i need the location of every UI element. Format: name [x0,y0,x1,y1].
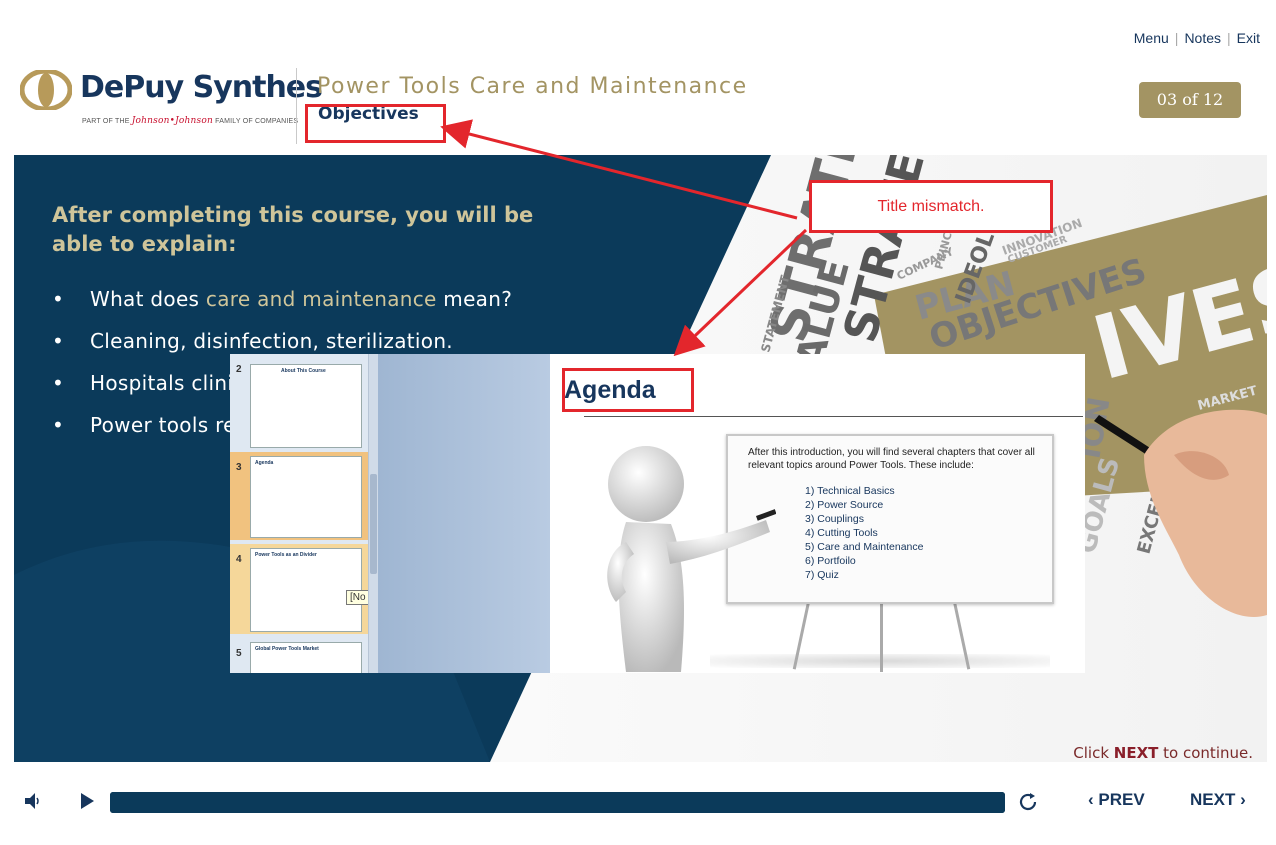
list-item: 6) Portfoilo [805,555,856,567]
slide-thumbnail: Global Power Tools Market [250,642,362,673]
depuy-synthes-logo: DePuy Synthes PART OF THE Johnson•Johnso… [20,68,323,130]
menu-link[interactable]: Menu [1134,30,1169,46]
header-divider [296,68,297,144]
play-icon[interactable] [78,792,96,810]
annotation-box-agenda [562,368,694,412]
brand-name: DePuy Synthes [80,70,323,105]
list-item: 4) Cutting Tools [805,527,878,539]
volume-icon[interactable] [24,792,44,810]
notes-link[interactable]: Notes [1184,30,1221,46]
list-item: 2) Power Source [805,499,884,511]
agenda-divider [584,416,1083,417]
thumbnail-row[interactable]: 4 Power Tools as an Divider [230,544,368,634]
thumbnail-row[interactable]: 2 About This Course [230,354,368,450]
logo-mark-icon [20,70,72,110]
list-item: 3) Couplings [805,513,864,525]
slide-thumbnail-pane: 2 About This Course 3 Agenda 4 Power Too… [230,354,394,673]
player-controls: ‹ PREV NEXT › [0,780,1276,824]
progress-fill [110,792,1005,813]
next-button[interactable]: NEXT › [1190,790,1246,810]
annotation-label: Title mismatch. [809,180,1053,233]
slide-thumbnail: Agenda [250,456,362,538]
list-item: 1) Technical Basics [805,485,895,497]
slide-counter-badge: 03 of 12 [1139,82,1241,118]
brand-tagline: PART OF THE Johnson•Johnson FAMILY OF CO… [82,116,299,126]
objectives-heading: After completing this course, you will b… [52,203,534,256]
presenter-figure-image [607,446,776,672]
progress-bar[interactable] [110,792,1005,813]
slide-thumbnail: About This Course [250,364,362,448]
list-item: What does care and maintenance mean? [52,283,612,325]
chevron-right-icon: › [1235,790,1246,809]
thumbnail-row[interactable]: 5 Global Power Tools Market [230,638,368,673]
top-links: Menu | Notes | Exit [1133,30,1260,46]
thumbnail-row-selected[interactable]: 3 Agenda [230,452,368,540]
course-title: Power Tools Care and Maintenance [317,74,748,99]
click-next-instruction: Click NEXT to continue. [1073,744,1253,762]
agenda-list: 1) Technical Basics 2) Power Source 3) C… [805,484,924,582]
prev-button[interactable]: ‹ PREV [1088,790,1145,810]
list-item: 7) Quiz [805,569,839,581]
chevron-left-icon: ‹ [1088,790,1099,809]
list-item: 5) Care and Maintenance [805,541,924,553]
agenda-intro: After this introduction, you will find s… [748,447,1035,471]
replay-icon[interactable] [1017,791,1039,813]
annotation-box-objectives [305,104,446,143]
pane-background [378,354,550,673]
exit-link[interactable]: Exit [1237,30,1260,46]
